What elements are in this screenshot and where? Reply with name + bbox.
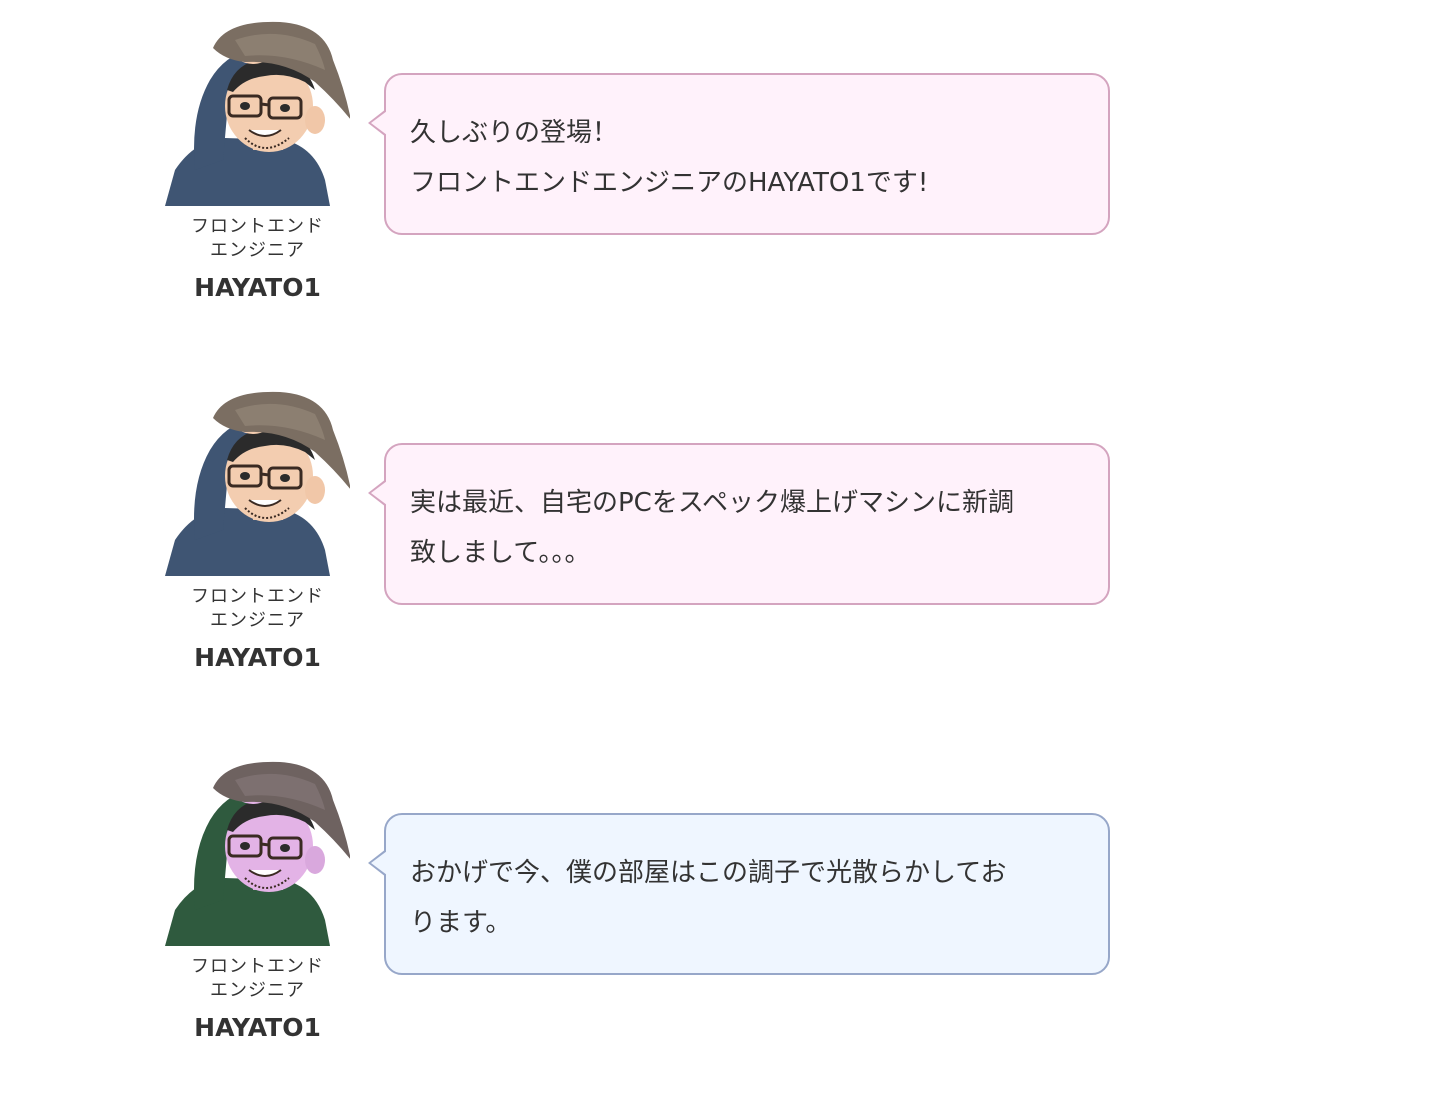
bubble-text-line: 実は最近、自宅のPCをスペック爆上げマシンに新調 (410, 488, 1015, 518)
speaker-role-line: フロントエンド (191, 956, 324, 977)
bubble-text-line: 久しぶりの登場！ (410, 118, 619, 148)
bubble-text-line: おかげで今、僕の部屋はこの調子で光散らかしてお (410, 858, 1007, 888)
hayato1-avatar-icon (165, 20, 350, 206)
speaker-name: HAYATO1 (194, 643, 321, 672)
bubble-text-line: フロントエンドエンジニアのHAYATO1です! (410, 168, 929, 198)
speech-bubble: おかげで今、僕の部屋はこの調子で光散らかしてお ります。 (368, 813, 1110, 975)
speaker-role-line: エンジニア (210, 610, 305, 631)
speech-row: フロントエンド エンジニア HAYATO1 久しぶりの登場！ フロントエンドエン… (160, 20, 1120, 320)
bubble-text-line: ります。 (410, 908, 512, 938)
chat-page: フロントエンド エンジニア HAYATO1 久しぶりの登場！ フロントエンドエン… (0, 0, 1440, 1103)
speaker-name: HAYATO1 (194, 273, 321, 302)
bubble-tail (368, 479, 387, 507)
speaker-role: フロントエンド エンジニア (160, 955, 355, 1003)
speaker-role-line: エンジニア (210, 240, 305, 261)
speaker-role: フロントエンド エンジニア (160, 585, 355, 633)
bubble-tail (368, 849, 387, 877)
hayato1-gaming-avatar-icon (165, 760, 350, 946)
speaker-role-line: フロントエンド (191, 586, 324, 607)
speaker-name: HAYATO1 (194, 1013, 321, 1042)
speaker-role: フロントエンド エンジニア (160, 215, 355, 263)
speaker-role-line: フロントエンド (191, 216, 324, 237)
speaker-role-line: エンジニア (210, 980, 305, 1001)
bubble-text-line: 致しまして。。。 (410, 538, 591, 568)
speech-bubble: 久しぶりの登場！ フロントエンドエンジニアのHAYATO1です! (368, 73, 1110, 235)
speech-row: フロントエンド エンジニア HAYATO1 実は最近、自宅のPCをスペック爆上げ… (160, 390, 1120, 690)
bubble-tail (368, 109, 387, 137)
hayato1-avatar-icon (165, 390, 350, 576)
speech-row: フロントエンド エンジニア HAYATO1 おかげで今、僕の部屋はこの調子で光散… (160, 760, 1120, 1060)
speech-bubble: 実は最近、自宅のPCをスペック爆上げマシンに新調 致しまして。。。 (368, 443, 1110, 605)
